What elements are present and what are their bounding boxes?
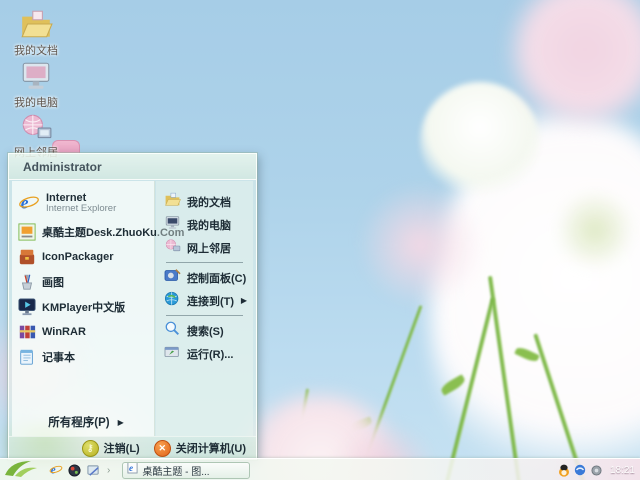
start-menu-item-internet[interactable]: e Internet Internet Explorer — [18, 187, 154, 219]
start-menu-item-my-documents[interactable]: 我的文档 — [164, 190, 253, 213]
start-menu-item-search[interactable]: 搜索(S) — [164, 319, 253, 342]
start-menu-item-winrar[interactable]: WinRAR — [18, 319, 154, 344]
start-menu-item-label: 我的电脑 — [187, 219, 231, 232]
start-menu-right-column: 我的文档 我的电脑 网上邻居 控制面板(C) 连接到(T) ▶ 搜索(S) 运行… — [156, 181, 253, 436]
internet-explorer-icon[interactable]: e — [48, 463, 63, 478]
desktop-icon-label: 我的电脑 — [14, 97, 58, 109]
taskbar-clock[interactable]: 18:21 — [610, 465, 635, 476]
flower-center — [555, 190, 635, 270]
start-menu-item-connect-to[interactable]: 连接到(T) ▶ — [164, 289, 253, 312]
zhuoku-theme-icon — [18, 222, 36, 241]
connect-to-icon — [164, 291, 181, 311]
start-menu-header: Administrator — [9, 154, 256, 180]
desktop: 我的文档 我的电脑 网上邻居 Administrator — [0, 0, 640, 480]
my-computer-icon — [164, 215, 181, 235]
my-computer-icon — [4, 60, 68, 92]
start-menu-item-label: 画图 — [42, 276, 64, 289]
qq-tray-icon[interactable] — [558, 464, 571, 477]
start-menu-item-label: 记事本 — [42, 351, 75, 364]
start-menu-item-label: IconPackager — [42, 250, 114, 263]
start-menu-item-label: WinRAR — [42, 325, 86, 338]
iconpackager-icon — [18, 248, 36, 266]
start-menu-item-sublabel: Internet Explorer — [46, 203, 117, 214]
svg-text:e: e — [129, 463, 133, 473]
quick-launch-bar: e › — [48, 463, 110, 478]
desktop-icon-my-computer[interactable]: 我的电脑 — [4, 60, 68, 110]
shut-down-label: 关闭计算机(U) — [175, 443, 246, 455]
all-programs-label: 所有程序(P) — [48, 417, 110, 429]
svg-text:e: e — [50, 465, 55, 477]
taskbar-window-button[interactable]: e 桌酷主题 - 图... — [122, 461, 251, 479]
svg-text:e: e — [21, 193, 29, 213]
start-menu-item-kmplayer[interactable]: KMPlayer中文版 — [18, 294, 154, 319]
network-places-icon — [164, 238, 181, 258]
log-off-icon: ⚷ — [81, 439, 99, 457]
system-tray: 18:21 — [549, 459, 640, 480]
log-off-label: 注销(L) — [103, 443, 140, 455]
start-menu-left-spacer — [18, 369, 154, 410]
start-menu-item-label: 运行(R)... — [187, 348, 234, 361]
quick-launch-overflow-arrow[interactable]: › — [107, 465, 110, 476]
show-desktop-icon[interactable] — [86, 463, 101, 478]
all-programs-arrow-icon: ▶ — [117, 417, 124, 427]
start-menu-footer: ⚷ 注销(L) ✕ 关闭计算机(U) — [9, 436, 256, 459]
start-menu-item-label: 搜索(S) — [187, 325, 224, 338]
menu-separator — [166, 315, 243, 316]
start-menu-item-label: 控制面板(C) — [187, 272, 247, 285]
start-menu-item-paint[interactable]: 画图 — [18, 269, 154, 294]
start-menu-item-control-panel[interactable]: 控制面板(C) — [164, 266, 253, 289]
start-menu-item-run[interactable]: 运行(R)... — [164, 342, 253, 365]
start-menu-left-column: e Internet Internet Explorer 桌酷主题Desk.Zh… — [12, 181, 184, 436]
log-off-button[interactable]: ⚷ 注销(L) — [81, 439, 140, 457]
start-menu-item-label: 连接到(T) — [187, 295, 235, 308]
start-menu-item-label: 我的文档 — [187, 196, 231, 209]
search-icon — [164, 321, 181, 341]
paint-icon — [18, 273, 36, 291]
notepad-icon — [18, 348, 36, 366]
run-icon — [164, 344, 181, 364]
shut-down-button[interactable]: ✕ 关闭计算机(U) — [153, 439, 246, 457]
start-menu-item-network-places[interactable]: 网上邻居 — [164, 236, 253, 259]
start-menu-item-zhuoku[interactable]: 桌酷主题Desk.ZhuoKu.Com — [18, 219, 184, 244]
start-leaf-icon — [3, 458, 39, 480]
all-programs-button[interactable]: 所有程序(P) ▶ — [18, 410, 154, 434]
start-menu-item-notepad[interactable]: 记事本 — [18, 344, 154, 369]
my-documents-folder-icon — [4, 8, 68, 40]
volume-tray-icon[interactable] — [590, 464, 603, 477]
start-menu-item-iconpackager[interactable]: IconPackager — [18, 244, 154, 269]
control-panel-icon — [164, 268, 181, 288]
desktop-icon-my-documents[interactable]: 我的文档 — [4, 8, 68, 58]
ie-document-icon: e — [127, 462, 138, 478]
start-menu: Administrator e Internet Internet Explor… — [7, 152, 258, 461]
taskbar-window-label: 桌酷主题 - 图... — [142, 466, 210, 478]
username: Administrator — [23, 159, 102, 174]
submenu-arrow-icon: ▶ — [240, 296, 247, 305]
taskbar: e › e 桌酷主题 - 图... 18:21 — [0, 458, 640, 480]
messenger-tray-icon[interactable] — [574, 464, 587, 477]
start-button[interactable] — [0, 459, 42, 480]
winrar-icon — [18, 323, 36, 341]
start-menu-item-label: 网上邻居 — [187, 242, 231, 255]
menu-separator — [166, 262, 243, 263]
my-documents-icon — [164, 192, 181, 212]
desktop-icon-label: 我的文档 — [14, 45, 58, 57]
start-menu-item-my-computer[interactable]: 我的电脑 — [164, 213, 253, 236]
network-places-icon — [4, 112, 68, 142]
internet-explorer-icon: e — [18, 192, 40, 214]
flower-blob — [360, 180, 480, 310]
start-menu-item-label: KMPlayer中文版 — [42, 301, 126, 314]
media-player-icon[interactable] — [67, 463, 82, 478]
shut-down-icon: ✕ — [153, 439, 171, 457]
kmplayer-icon — [18, 297, 36, 316]
